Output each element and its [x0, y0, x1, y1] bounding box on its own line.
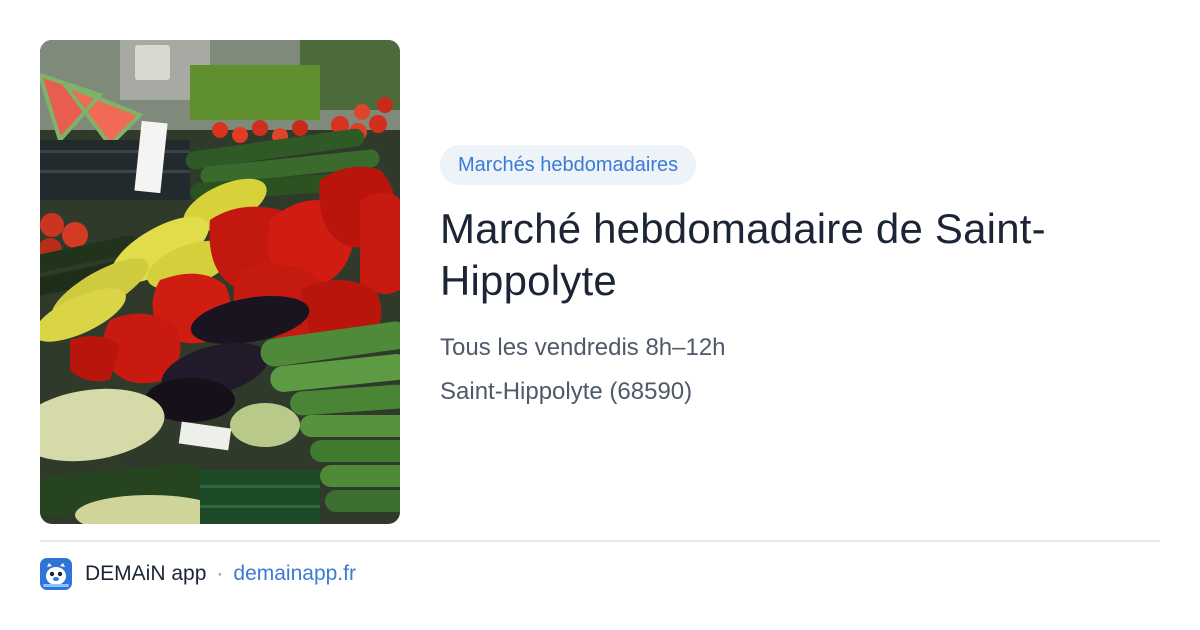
footer-separator: · — [216, 562, 224, 585]
footer-divider — [40, 540, 1160, 542]
footer: DEMAiN app · demainapp.fr — [40, 558, 356, 590]
market-schedule: Tous les vendredis 8h–12h — [440, 334, 726, 361]
market-info: Marchés hebdomadaires Marché hebdomadair… — [440, 145, 1140, 407]
market-title: Marché hebdomadaire de Saint-Hippolyte — [440, 205, 1046, 304]
market-location: Saint-Hippolyte (68590) — [440, 378, 693, 405]
app-url-link[interactable]: demainapp.fr — [233, 562, 356, 586]
category-badge[interactable]: Marchés hebdomadaires — [440, 145, 697, 185]
market-photo — [40, 40, 400, 524]
demain-app-logo-icon — [40, 558, 72, 590]
app-name: DEMAiN app — [85, 562, 207, 585]
